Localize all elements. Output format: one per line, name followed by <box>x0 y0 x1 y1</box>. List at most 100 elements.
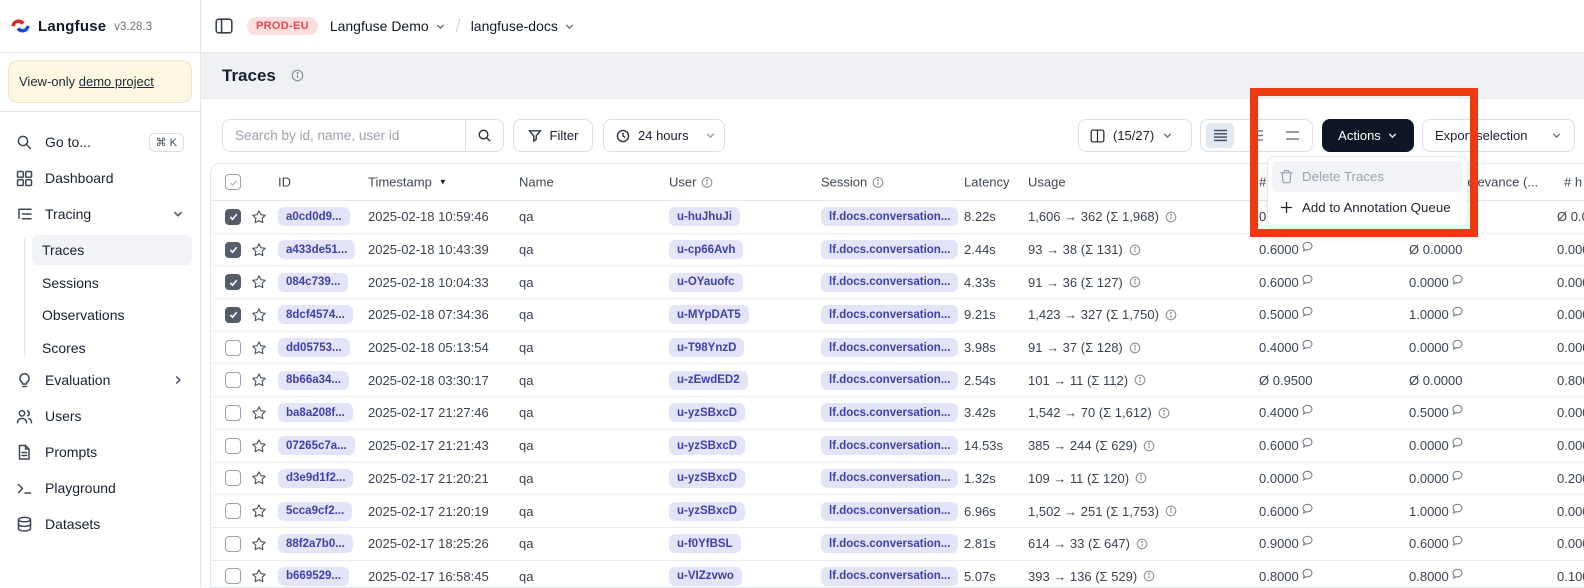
row-checkbox[interactable] <box>225 209 241 225</box>
row-checkbox[interactable] <box>225 568 241 584</box>
user-badge[interactable]: u-yzSBxcD <box>669 469 745 488</box>
info-icon[interactable] <box>1129 342 1141 354</box>
user-badge[interactable]: u-f0YfBSL <box>669 534 741 553</box>
menu-item-delete-traces[interactable]: Delete Traces <box>1272 161 1463 192</box>
column-visibility-button[interactable]: (15/27) <box>1078 119 1192 152</box>
sidebar-item-go-to[interactable]: Go to...⌘ K <box>8 127 192 157</box>
trace-id-badge[interactable]: dd05753... <box>278 338 350 357</box>
filter-button[interactable]: Filter <box>513 119 593 152</box>
user-badge[interactable]: u-MYpDAT5 <box>669 305 749 324</box>
column-header-usage[interactable]: Usage <box>1028 175 1066 190</box>
column-header-latency[interactable]: Latency <box>964 175 1010 190</box>
column-header-timestamp[interactable]: Timestamp▼ <box>368 175 447 190</box>
table-row[interactable]: 8b66a34... 2025-02-18 03:30:17 qa u-zEwd… <box>211 364 1584 397</box>
info-icon[interactable] <box>291 69 304 82</box>
table-row[interactable]: 8dcf4574... 2025-02-18 07:34:36 qa u-MYp… <box>211 299 1584 332</box>
banner-link[interactable]: demo project <box>79 74 154 89</box>
session-badge[interactable]: lf.docs.conversation... <box>821 338 958 357</box>
star-icon[interactable] <box>251 340 267 356</box>
trace-id-badge[interactable]: 07265c7a... <box>278 436 355 455</box>
info-icon[interactable] <box>1143 440 1155 452</box>
sidebar-item-sessions[interactable]: Sessions <box>32 268 192 298</box>
user-badge[interactable]: u-yzSBxcD <box>669 436 745 455</box>
table-row[interactable]: dd05753... 2025-02-18 05:13:54 qa u-T98Y… <box>211 332 1584 365</box>
table-row[interactable]: 5cca9cf2... 2025-02-17 21:20:19 qa u-yzS… <box>211 495 1584 528</box>
column-header-score-c[interactable]: # h <box>1564 175 1582 190</box>
row-checkbox[interactable] <box>225 307 241 323</box>
info-icon[interactable] <box>1129 276 1141 288</box>
sidebar-item-playground[interactable]: Playground <box>8 473 192 503</box>
sidebar-item-prompts[interactable]: Prompts <box>8 437 192 467</box>
row-checkbox[interactable] <box>225 536 241 552</box>
session-badge[interactable]: lf.docs.conversation... <box>821 240 958 259</box>
info-icon[interactable] <box>1158 407 1170 419</box>
user-badge[interactable]: u-T98YnzD <box>669 338 744 357</box>
select-all-checkbox[interactable] <box>225 174 241 190</box>
sidebar-item-users[interactable]: Users <box>8 401 192 431</box>
star-icon[interactable] <box>251 568 267 584</box>
menu-item-add-to-annotation-queue[interactable]: Add to Annotation Queue <box>1272 192 1463 223</box>
table-row[interactable]: 88f2a7b0... 2025-02-17 18:25:26 qa u-f0Y… <box>211 528 1584 561</box>
star-icon[interactable] <box>251 372 267 388</box>
info-icon[interactable] <box>1165 211 1177 223</box>
row-height-tall-button[interactable] <box>1279 123 1307 148</box>
user-badge[interactable]: u-cp66Avh <box>669 240 743 259</box>
sidebar-item-evaluation[interactable]: Evaluation <box>8 365 192 395</box>
session-badge[interactable]: lf.docs.conversation... <box>821 305 958 324</box>
sidebar-item-traces[interactable]: Traces <box>32 235 192 265</box>
session-badge[interactable]: lf.docs.conversation... <box>821 403 958 422</box>
column-header-session[interactable]: Session <box>821 175 884 190</box>
star-icon[interactable] <box>251 209 267 225</box>
session-badge[interactable]: lf.docs.conversation... <box>821 371 958 390</box>
star-icon[interactable] <box>251 242 267 258</box>
sidebar-item-dashboard[interactable]: Dashboard <box>8 163 192 193</box>
session-badge[interactable]: lf.docs.conversation... <box>821 207 958 226</box>
trace-id-badge[interactable]: a433de51... <box>278 240 355 259</box>
row-checkbox[interactable] <box>225 438 241 454</box>
star-icon[interactable] <box>251 438 267 454</box>
session-badge[interactable]: lf.docs.conversation... <box>821 469 958 488</box>
info-icon[interactable] <box>1136 538 1148 550</box>
info-icon[interactable] <box>1165 505 1177 517</box>
row-checkbox[interactable] <box>225 503 241 519</box>
row-checkbox[interactable] <box>225 470 241 486</box>
session-badge[interactable]: lf.docs.conversation... <box>821 567 958 586</box>
row-checkbox[interactable] <box>225 242 241 258</box>
time-range-button[interactable]: 24 hours <box>603 119 725 152</box>
session-badge[interactable]: lf.docs.conversation... <box>821 436 958 455</box>
star-icon[interactable] <box>251 274 267 290</box>
user-badge[interactable]: u-OYauofc <box>669 273 743 292</box>
sidebar-item-datasets[interactable]: Datasets <box>8 509 192 539</box>
export-selection-button[interactable]: Export selection <box>1422 119 1575 152</box>
breadcrumb-org[interactable]: Langfuse Demo <box>330 18 446 34</box>
trace-id-badge[interactable]: a0cd0d9... <box>278 207 350 226</box>
star-icon[interactable] <box>251 470 267 486</box>
trace-id-badge[interactable]: 084c739... <box>278 273 348 292</box>
column-header-id[interactable]: ID <box>278 175 291 190</box>
trace-id-badge[interactable]: 8dcf4574... <box>278 305 353 324</box>
trace-id-badge[interactable]: ba8a208f... <box>278 403 353 422</box>
row-checkbox[interactable] <box>225 372 241 388</box>
trace-id-badge[interactable]: 5cca9cf2... <box>278 502 352 521</box>
star-icon[interactable] <box>251 405 267 421</box>
info-icon[interactable] <box>1129 244 1141 256</box>
star-icon[interactable] <box>251 503 267 519</box>
table-row[interactable]: ba8a208f... 2025-02-17 21:27:46 qa u-yzS… <box>211 397 1584 430</box>
sidebar-item-observations[interactable]: Observations <box>32 300 192 330</box>
table-row[interactable]: a433de51... 2025-02-18 10:43:39 qa u-cp6… <box>211 234 1584 267</box>
sidebar-item-scores[interactable]: Scores <box>32 333 192 363</box>
table-row[interactable]: 084c739... 2025-02-18 10:04:33 qa u-OYau… <box>211 266 1584 299</box>
row-height-medium-button[interactable] <box>1242 123 1270 148</box>
row-height-compact-button[interactable] <box>1206 123 1234 148</box>
column-header-user[interactable]: User <box>669 175 713 190</box>
star-icon[interactable] <box>251 307 267 323</box>
table-row[interactable]: 07265c7a... 2025-02-17 21:21:43 qa u-yzS… <box>211 430 1584 463</box>
row-checkbox[interactable] <box>225 340 241 356</box>
column-header-name[interactable]: Name <box>519 175 554 190</box>
trace-id-badge[interactable]: 88f2a7b0... <box>278 534 353 553</box>
column-header-score-a[interactable]: # <box>1259 175 1266 190</box>
trace-id-badge[interactable]: 8b66a34... <box>278 371 349 390</box>
breadcrumb-project[interactable]: langfuse-docs <box>471 18 575 34</box>
user-badge[interactable]: u-VIZzvwo <box>669 567 742 586</box>
star-icon[interactable] <box>251 536 267 552</box>
